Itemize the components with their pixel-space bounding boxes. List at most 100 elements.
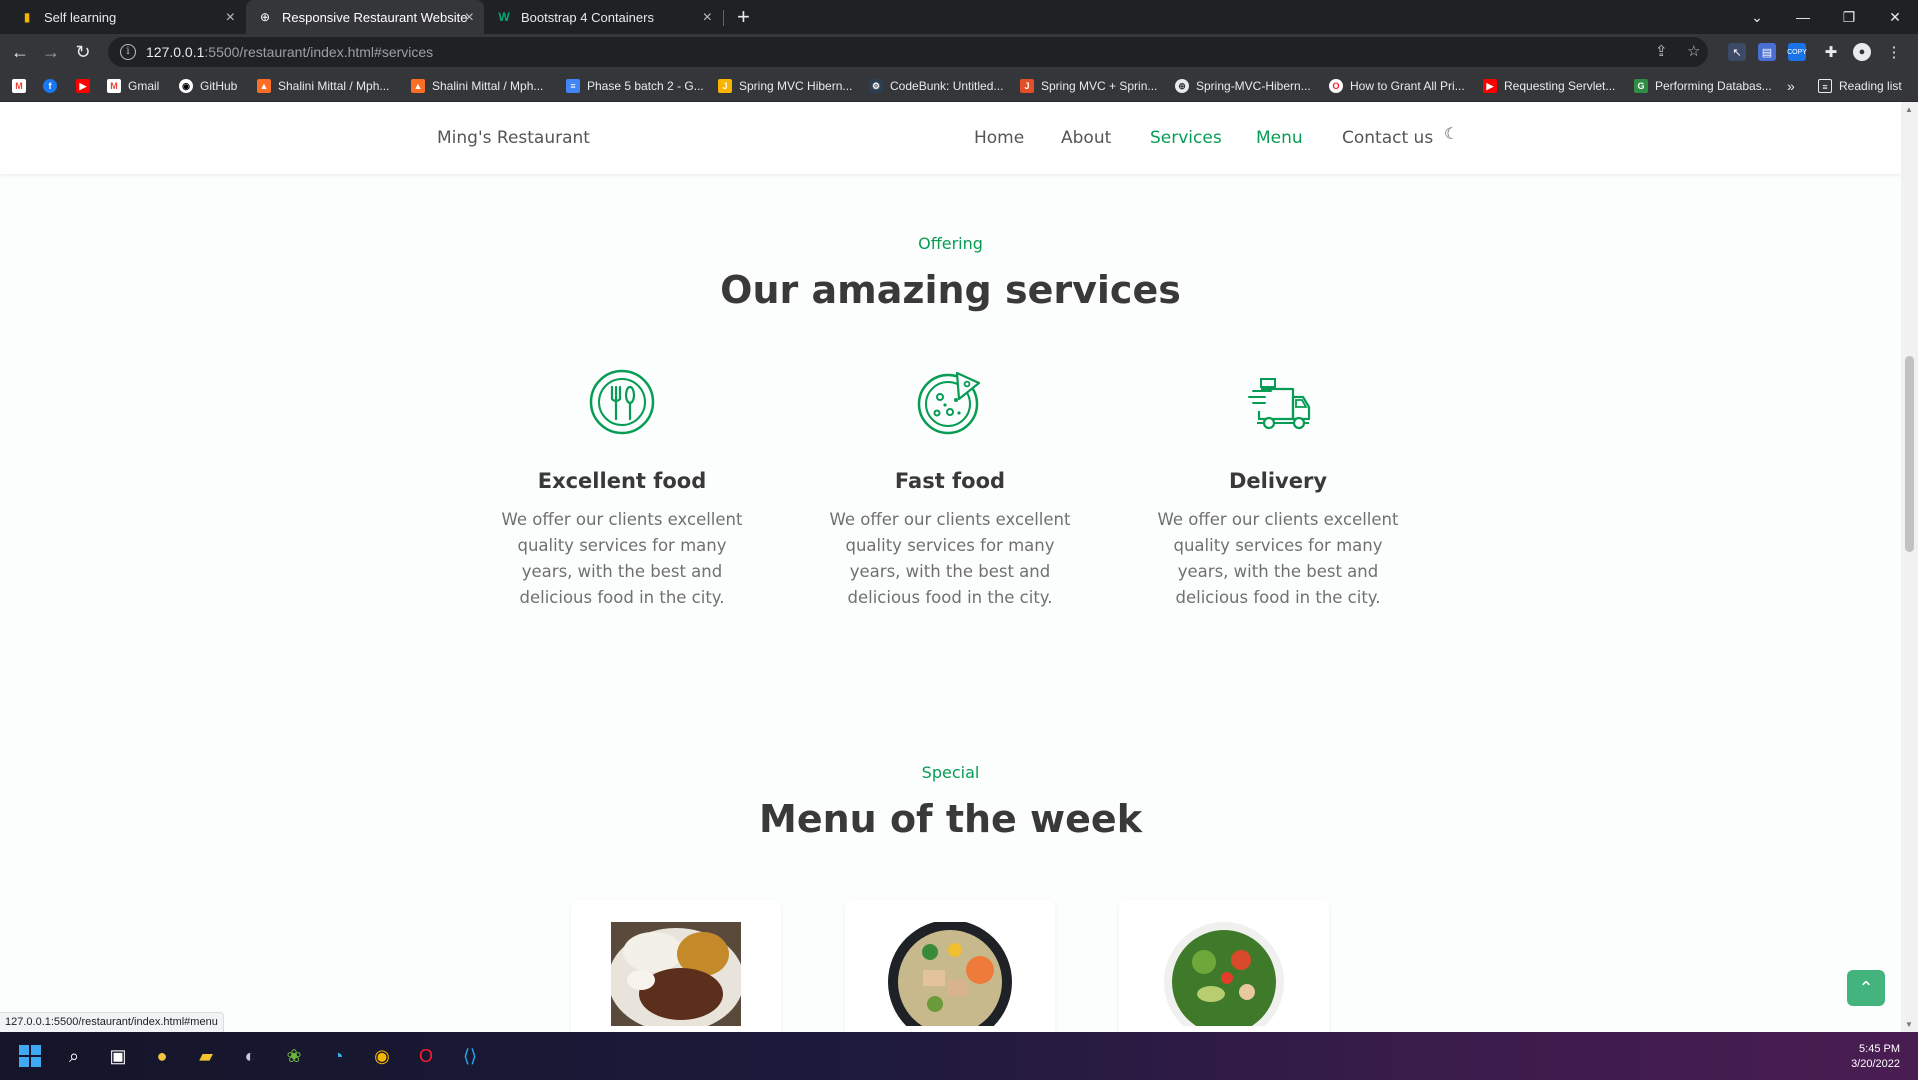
service-card-excellent-food: Excellent food We offer our clients exce… bbox=[488, 367, 756, 611]
facebook-icon: f bbox=[43, 79, 57, 93]
extension-icon[interactable]: ▤ bbox=[1758, 43, 1776, 61]
close-icon[interactable]: × bbox=[465, 9, 474, 27]
gmail-icon: M bbox=[107, 79, 121, 93]
bookmark-codebunk[interactable]: ⚙ CodeBunk: Untitled... bbox=[869, 78, 1003, 94]
facebook-bookmark[interactable]: f bbox=[43, 78, 64, 94]
clock-time: 5:45 PM bbox=[1859, 1043, 1900, 1055]
service-title: Excellent food bbox=[537, 469, 707, 493]
cursor-extension-icon[interactable]: ↖ bbox=[1728, 43, 1746, 61]
service-description: We offer our clients excellent quality s… bbox=[501, 510, 743, 607]
copy-extension-label: COPY bbox=[1787, 48, 1807, 56]
search-icon[interactable]: ⌕ bbox=[60, 1042, 88, 1070]
vscode-icon[interactable]: ⟨⟩ bbox=[456, 1042, 484, 1070]
bookmark-servlet[interactable]: ▶ Requesting Servlet... bbox=[1483, 78, 1615, 94]
tab-search-button[interactable]: ⌄ bbox=[1734, 0, 1780, 34]
forward-button[interactable]: → bbox=[38, 39, 64, 65]
bookmarks-bar: M f ▶ M Gmail ◉ GitHub ▲ Shalini Mittal / M… bbox=[0, 70, 1918, 102]
bookmark-label: How to Grant All Pri... bbox=[1350, 79, 1465, 93]
edge-icon[interactable]: ◔ bbox=[324, 1042, 352, 1070]
bookmark-grant[interactable]: O How to Grant All Pri... bbox=[1329, 78, 1465, 94]
bookmark-label: Performing Databas... bbox=[1655, 79, 1772, 93]
scroll-up-arrow-icon[interactable]: ▲ bbox=[1905, 105, 1913, 114]
tab-bootstrap[interactable]: W Bootstrap 4 Containers × bbox=[485, 0, 722, 34]
task-view-icon[interactable]: ▣ bbox=[104, 1042, 132, 1070]
service-card-delivery: Delivery We offer our clients excellent … bbox=[1144, 367, 1412, 611]
codebunk-icon: ⚙ bbox=[869, 79, 883, 93]
share-icon[interactable]: ⇪ bbox=[1655, 42, 1668, 60]
puzzle-icon[interactable]: ✚ bbox=[1822, 43, 1840, 61]
bookmark-database[interactable]: G Performing Databas... bbox=[1634, 78, 1772, 94]
menu-card[interactable] bbox=[845, 900, 1055, 1032]
back-button[interactable]: ← bbox=[7, 39, 33, 65]
spring-tools-icon[interactable]: ❀ bbox=[280, 1042, 308, 1070]
bookmark-gitlab-2[interactable]: ▲ Shalini Mittal / Mph... bbox=[411, 78, 543, 94]
eclipse-icon[interactable]: ◐ bbox=[236, 1042, 264, 1070]
address-bar[interactable]: i 127.0.0.1:5500/restaurant/index.html#s… bbox=[108, 37, 1708, 67]
moon-icon[interactable]: ☾ bbox=[1444, 124, 1458, 144]
bookmark-spring-2[interactable]: J Spring MVC + Sprin... bbox=[1020, 78, 1157, 94]
page-scrollbar[interactable]: ▲ ▼ bbox=[1901, 102, 1918, 1032]
bookmark-label: Shalini Mittal / Mph... bbox=[278, 79, 390, 93]
reading-list-button[interactable]: ≡ Reading list bbox=[1818, 78, 1902, 94]
scroll-top-button[interactable]: ⌃ bbox=[1847, 970, 1885, 1006]
close-icon[interactable]: × bbox=[703, 9, 712, 27]
bookmark-label: Gmail bbox=[128, 79, 160, 93]
youtube-icon: ▶ bbox=[1483, 79, 1497, 93]
tab-restaurant[interactable]: ⊕ Responsive Restaurant Website × bbox=[246, 0, 484, 34]
menu-card[interactable] bbox=[571, 900, 781, 1032]
site-info-icon[interactable]: i bbox=[120, 44, 136, 60]
chrome-icon[interactable]: ◉ bbox=[368, 1042, 396, 1070]
bookmark-spring-3[interactable]: ⊕ Spring-MVC-Hibern... bbox=[1175, 78, 1311, 94]
bookmark-label: GitHub bbox=[200, 79, 238, 93]
reload-button[interactable]: ↻ bbox=[70, 39, 96, 65]
delivery-truck-icon bbox=[1248, 378, 1311, 430]
tab-self-learning[interactable]: ▮ Self learning × bbox=[8, 0, 245, 34]
site-header: Ming's Restaurant Home About Services Me… bbox=[0, 102, 1901, 174]
nav-home[interactable]: Home bbox=[974, 128, 1024, 148]
scroll-down-arrow-icon[interactable]: ▼ bbox=[1905, 1020, 1913, 1029]
menu-subtitle: Special bbox=[921, 763, 980, 782]
w3schools-icon: W bbox=[498, 10, 510, 24]
bookmark-star-icon[interactable]: ☆ bbox=[1687, 42, 1700, 60]
browser-toolbar: ← → ↻ i 127.0.0.1:5500/restaurant/index.… bbox=[0, 34, 1918, 70]
bookmark-github[interactable]: ◉ GitHub bbox=[179, 78, 237, 94]
nav-about[interactable]: About bbox=[1061, 128, 1111, 148]
close-icon[interactable]: × bbox=[226, 9, 235, 27]
tab-divider bbox=[723, 10, 724, 26]
bookmark-docs[interactable]: ≡ Phase 5 batch 2 - G... bbox=[566, 78, 704, 94]
minimize-button[interactable]: — bbox=[1780, 0, 1826, 34]
file-explorer-icon[interactable]: ▰ bbox=[192, 1042, 220, 1070]
gmail-icon-bookmark[interactable]: M bbox=[12, 78, 33, 94]
bookmark-spring-1[interactable]: J Spring MVC Hibern... bbox=[718, 78, 852, 94]
page-viewport: Ming's Restaurant Home About Services Me… bbox=[0, 102, 1918, 1032]
system-clock[interactable]: 5:45 PM 3/20/2022 bbox=[1851, 1042, 1900, 1072]
menu-card[interactable] bbox=[1119, 900, 1329, 1032]
bookmark-label: Spring MVC Hibern... bbox=[739, 79, 853, 93]
restore-button[interactable]: ❐ bbox=[1826, 0, 1872, 34]
nav-contact[interactable]: Contact us bbox=[1342, 128, 1433, 148]
bookmark-gitlab-1[interactable]: ▲ Shalini Mittal / Mph... bbox=[257, 78, 389, 94]
nav-menu[interactable]: Menu bbox=[1256, 128, 1303, 148]
bookmark-label: CodeBunk: Untitled... bbox=[890, 79, 1004, 93]
gmail-icon: M bbox=[12, 79, 26, 93]
service-description: We offer our clients excellent quality s… bbox=[829, 510, 1071, 607]
kebab-menu-icon[interactable]: ⋮ bbox=[1885, 43, 1903, 61]
bookmark-label: Spring-MVC-Hibern... bbox=[1196, 79, 1311, 93]
bookmarks-overflow-button[interactable]: » bbox=[1787, 78, 1795, 94]
services-subtitle: Offering bbox=[918, 234, 983, 253]
youtube-bookmark[interactable]: ▶ bbox=[76, 78, 97, 94]
new-tab-button[interactable]: + bbox=[737, 4, 750, 30]
copy-extension-icon[interactable]: COPY bbox=[1787, 43, 1807, 61]
reading-list-label: Reading list bbox=[1839, 79, 1902, 93]
scrollbar-thumb[interactable] bbox=[1905, 356, 1914, 552]
windows-start-icon[interactable] bbox=[16, 1042, 44, 1070]
bookmark-gmail[interactable]: M Gmail bbox=[107, 78, 159, 94]
close-window-button[interactable]: ✕ bbox=[1872, 0, 1918, 34]
nav-services[interactable]: Services bbox=[1150, 128, 1222, 148]
plate-cutlery-icon bbox=[589, 369, 655, 435]
profile-avatar[interactable]: ● bbox=[1853, 43, 1871, 61]
gitlab-icon: ▲ bbox=[411, 79, 425, 93]
widgets-icon[interactable]: ● bbox=[148, 1042, 176, 1070]
site-logo[interactable]: Ming's Restaurant bbox=[437, 128, 590, 148]
opera-icon[interactable]: O bbox=[412, 1042, 440, 1070]
